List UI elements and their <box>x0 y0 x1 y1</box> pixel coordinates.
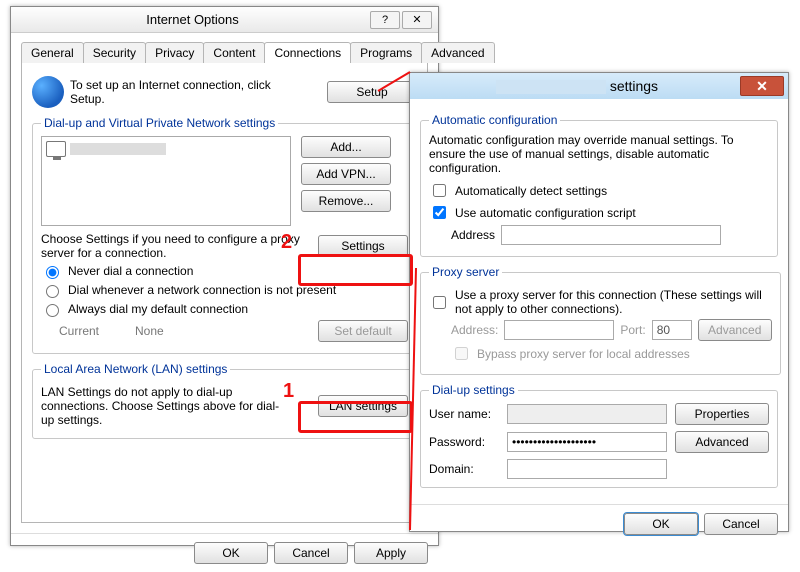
lan-text: LAN Settings do not apply to dial-up con… <box>41 385 291 427</box>
properties-button[interactable]: Properties <box>675 403 769 425</box>
use-script-checkbox[interactable] <box>433 206 446 219</box>
use-script-label: Use automatic configuration script <box>455 206 636 220</box>
dialog-title: Internet Options <box>17 12 368 27</box>
ok-button[interactable]: OK <box>624 513 698 535</box>
choose-settings-text: Choose Settings if you need to configure… <box>41 232 301 260</box>
dialup-legend: Dial-up and Virtual Private Network sett… <box>41 116 278 130</box>
callout-number-1: 1 <box>283 380 294 403</box>
radio-always[interactable] <box>46 304 59 317</box>
list-item-label <box>70 143 166 155</box>
tab-advanced[interactable]: Advanced <box>421 42 494 63</box>
setup-row: To set up an Internet connection, click … <box>32 76 417 108</box>
password-input[interactable] <box>507 432 667 452</box>
username-label: User name: <box>429 407 499 421</box>
connection-icon <box>46 141 66 157</box>
cancel-button[interactable]: Cancel <box>704 513 778 535</box>
apply-button[interactable]: Apply <box>354 542 428 564</box>
use-proxy-label: Use a proxy server for this connection (… <box>455 288 765 316</box>
domain-input[interactable] <box>507 459 667 479</box>
lan-settings-button[interactable]: LAN settings <box>318 395 408 417</box>
tab-privacy[interactable]: Privacy <box>145 42 204 63</box>
tab-programs[interactable]: Programs <box>350 42 422 63</box>
help-button[interactable]: ? <box>370 11 400 29</box>
setup-hint: To set up an Internet connection, click … <box>70 78 300 106</box>
dialup-group: Dial-up and Virtual Private Network sett… <box>32 116 417 354</box>
password-label: Password: <box>429 435 499 449</box>
radio-when-label: Dial whenever a network connection is no… <box>68 283 336 297</box>
domain-label: Domain: <box>429 462 499 476</box>
callout-number-2: 2 <box>281 231 292 254</box>
radio-never-label: Never dial a connection <box>68 264 193 278</box>
proxy-address-input <box>504 320 614 340</box>
dialog-buttons: OK Cancel Apply <box>11 533 438 572</box>
tab-content[interactable]: Content <box>203 42 265 63</box>
set-default-button[interactable]: Set default <box>318 320 408 342</box>
redacted-name <box>496 80 606 94</box>
port-input <box>652 320 692 340</box>
auto-detect-label: Automatically detect settings <box>455 184 607 198</box>
settings-dialog: settings ✕ Automatic configuration Autom… <box>409 72 789 532</box>
proxy-legend: Proxy server <box>429 265 502 279</box>
dialup-settings-group: Dial-up settings User name: Properties P… <box>420 383 778 488</box>
auto-detect-checkbox[interactable] <box>433 184 446 197</box>
tab-row: General Security Privacy Content Connect… <box>21 41 428 63</box>
username-input[interactable] <box>507 404 667 424</box>
cancel-button[interactable]: Cancel <box>274 542 348 564</box>
use-proxy-checkbox[interactable] <box>433 296 446 309</box>
list-item[interactable] <box>44 139 288 159</box>
tab-security[interactable]: Security <box>83 42 146 63</box>
dialog-title: settings <box>414 78 740 94</box>
proxy-address-label: Address: <box>451 323 498 337</box>
proxy-advanced-button[interactable]: Advanced <box>698 319 772 341</box>
ok-button[interactable]: OK <box>194 542 268 564</box>
tab-connections[interactable]: Connections <box>264 42 351 63</box>
close-button[interactable]: ✕ <box>740 76 784 96</box>
add-button[interactable]: Add... <box>301 136 391 158</box>
bypass-checkbox <box>455 347 468 360</box>
dialup-settings-legend: Dial-up settings <box>429 383 518 397</box>
radio-when-no-net[interactable] <box>46 285 59 298</box>
globe-icon <box>32 76 64 108</box>
radio-always-label: Always dial my default connection <box>68 302 248 316</box>
lan-group: Local Area Network (LAN) settings LAN Se… <box>32 362 417 439</box>
close-button[interactable]: ✕ <box>402 11 432 29</box>
remove-button[interactable]: Remove... <box>301 190 391 212</box>
bypass-label: Bypass proxy server for local addresses <box>477 347 690 361</box>
connections-listbox[interactable] <box>41 136 291 226</box>
titlebar: Internet Options ? ✕ <box>11 7 438 33</box>
radio-never[interactable] <box>46 266 59 279</box>
lan-legend: Local Area Network (LAN) settings <box>41 362 230 376</box>
title-suffix: settings <box>610 78 658 94</box>
add-vpn-button[interactable]: Add VPN... <box>301 163 391 185</box>
script-address-input[interactable] <box>501 225 721 245</box>
setup-button[interactable]: Setup <box>327 81 417 103</box>
dialog-buttons: OK Cancel <box>410 504 788 543</box>
address-label: Address <box>451 228 495 242</box>
internet-options-dialog: Internet Options ? ✕ General Security Pr… <box>10 6 439 546</box>
none-label: None <box>135 324 164 338</box>
auto-config-text: Automatic configuration may override man… <box>429 133 769 175</box>
titlebar: settings ✕ <box>410 73 788 99</box>
settings-button[interactable]: Settings <box>318 235 408 257</box>
port-label: Port: <box>620 323 645 337</box>
dial-advanced-button[interactable]: Advanced <box>675 431 769 453</box>
auto-config-legend: Automatic configuration <box>429 113 560 127</box>
proxy-group: Proxy server Use a proxy server for this… <box>420 265 781 375</box>
tab-general[interactable]: General <box>21 42 84 63</box>
auto-config-group: Automatic configuration Automatic config… <box>420 113 778 257</box>
current-label: Current <box>59 324 99 338</box>
